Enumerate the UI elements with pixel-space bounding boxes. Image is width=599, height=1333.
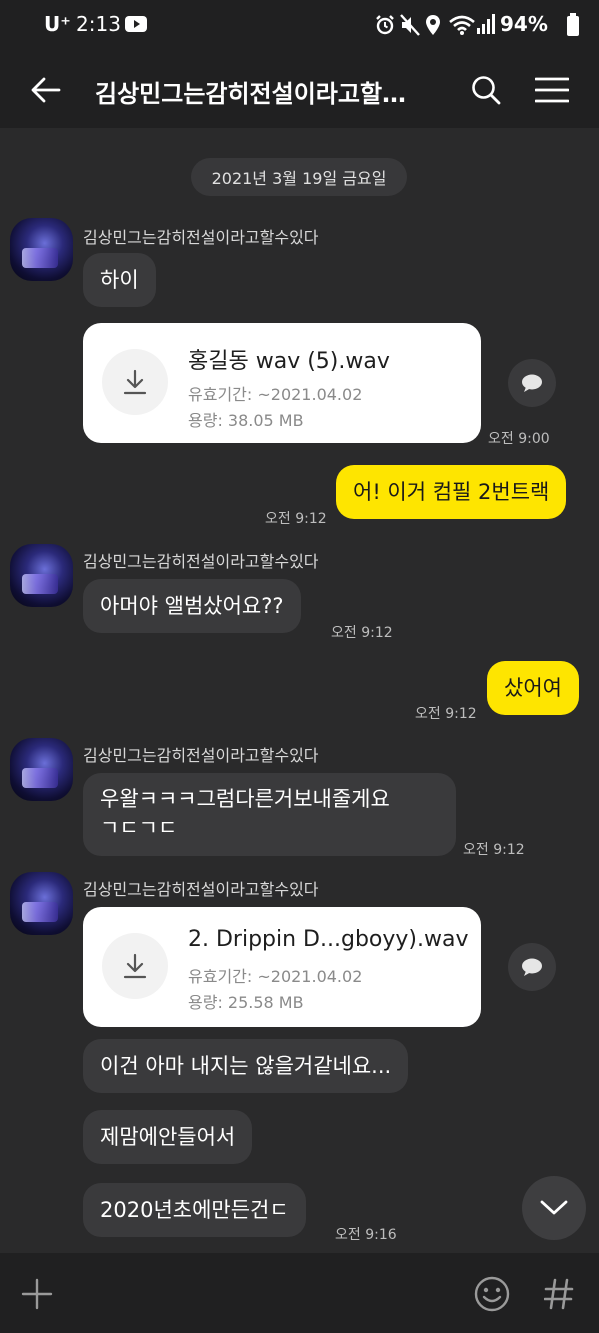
battery-icon bbox=[566, 13, 580, 41]
hamburger-icon bbox=[535, 77, 569, 103]
scroll-down-button[interactable] bbox=[522, 1176, 586, 1240]
file-size: 용량: 25.58 MB bbox=[188, 993, 304, 1012]
message-time: 오전 9:12 bbox=[463, 842, 525, 858]
my-message-bubble[interactable]: 샀어여 bbox=[487, 661, 579, 715]
chat-title: 김상민그는감히전설이라고할수있다 bbox=[95, 80, 425, 108]
wifi-icon bbox=[449, 14, 475, 40]
chevron-down-icon bbox=[540, 1200, 568, 1215]
file-name: 2. Drippin D...gboyy).wav bbox=[188, 927, 469, 952]
message-bubble[interactable]: 제맘에안들어서 bbox=[83, 1110, 253, 1164]
location-icon bbox=[425, 14, 441, 40]
message-time: 오전 9:12 bbox=[415, 706, 477, 722]
message-line: ㄱㄷㄱㄷ bbox=[100, 816, 178, 840]
avatar[interactable] bbox=[10, 738, 73, 801]
message-time: 오전 9:12 bbox=[265, 511, 327, 527]
message-bubble[interactable]: 하이 bbox=[83, 253, 156, 307]
hashtag-icon bbox=[544, 1278, 574, 1310]
share-button[interactable] bbox=[508, 943, 556, 991]
message-time: 오전 9:00 bbox=[488, 431, 550, 447]
message-bubble[interactable]: 아머야 앨범샀어요?? bbox=[83, 579, 301, 633]
alarm-icon bbox=[374, 14, 396, 40]
sender-name: 김상민그는감히전설이라고할수있다 bbox=[83, 746, 319, 765]
file-expiry: 유효기간: ~2021.04.02 bbox=[188, 967, 363, 986]
plus-icon bbox=[21, 1278, 53, 1310]
sender-name: 김상민그는감히전설이라고할수있다 bbox=[83, 552, 319, 571]
hashtag-search-button[interactable] bbox=[538, 1273, 580, 1315]
message-bubble[interactable]: 2020년초에만든건ㄷ bbox=[83, 1183, 306, 1237]
message-line: 우왈ㅋㅋㅋ그럼다른거보내줄게요 bbox=[100, 787, 390, 811]
download-icon[interactable] bbox=[102, 349, 168, 415]
input-bar bbox=[0, 1253, 599, 1333]
message-time: 오전 9:16 bbox=[335, 1227, 397, 1243]
file-name: 홍길동 wav (5).wav bbox=[188, 349, 390, 374]
file-attachment-card[interactable]: 2. Drippin D...gboyy).wav 유효기간: ~2021.04… bbox=[83, 907, 481, 1027]
mute-icon bbox=[400, 14, 420, 40]
my-message-bubble[interactable]: 어! 이거 컴필 2번트랙 bbox=[336, 465, 567, 519]
chat-header: 김상민그는감히전설이라고할수있다 bbox=[0, 52, 599, 128]
file-expiry: 유효기간: ~2021.04.02 bbox=[188, 385, 363, 404]
plus-button[interactable] bbox=[16, 1273, 58, 1315]
speech-bubble-icon bbox=[522, 374, 542, 392]
avatar[interactable] bbox=[10, 218, 73, 281]
battery-percent: 94% bbox=[500, 12, 548, 36]
back-button[interactable] bbox=[26, 70, 66, 110]
clock: 2:13 bbox=[76, 12, 121, 36]
speech-bubble-icon bbox=[522, 958, 542, 976]
file-size: 용량: 38.05 MB bbox=[188, 411, 304, 430]
search-icon bbox=[472, 76, 501, 105]
status-bar: U⁺ 2:13 94% bbox=[0, 0, 599, 52]
message-bubble[interactable]: 우왈ㅋㅋㅋ그럼다른거보내줄게요 ㄱㄷㄱㄷ bbox=[83, 773, 456, 856]
avatar[interactable] bbox=[10, 544, 73, 607]
signal-icon bbox=[477, 14, 495, 38]
message-time: 오전 9:12 bbox=[331, 625, 393, 641]
search-button[interactable] bbox=[466, 70, 506, 110]
download-icon[interactable] bbox=[102, 933, 168, 999]
sender-name: 김상민그는감히전설이라고할수있다 bbox=[83, 880, 319, 899]
share-button[interactable] bbox=[508, 359, 556, 407]
menu-button[interactable] bbox=[532, 70, 572, 110]
file-attachment-card[interactable]: 홍길동 wav (5).wav 유효기간: ~2021.04.02 용량: 38… bbox=[83, 323, 481, 443]
message-bubble[interactable]: 이건 아마 내지는 않을거같네요... bbox=[83, 1039, 409, 1093]
sender-name: 김상민그는감히전설이라고할수있다 bbox=[83, 228, 319, 247]
carrier-label: U⁺ bbox=[44, 12, 71, 36]
avatar[interactable] bbox=[10, 872, 73, 935]
emoji-button[interactable] bbox=[471, 1273, 513, 1315]
smiley-icon bbox=[474, 1276, 510, 1312]
date-divider: 2021년 3월 19일 금요일 bbox=[191, 158, 407, 196]
youtube-icon bbox=[125, 16, 147, 36]
